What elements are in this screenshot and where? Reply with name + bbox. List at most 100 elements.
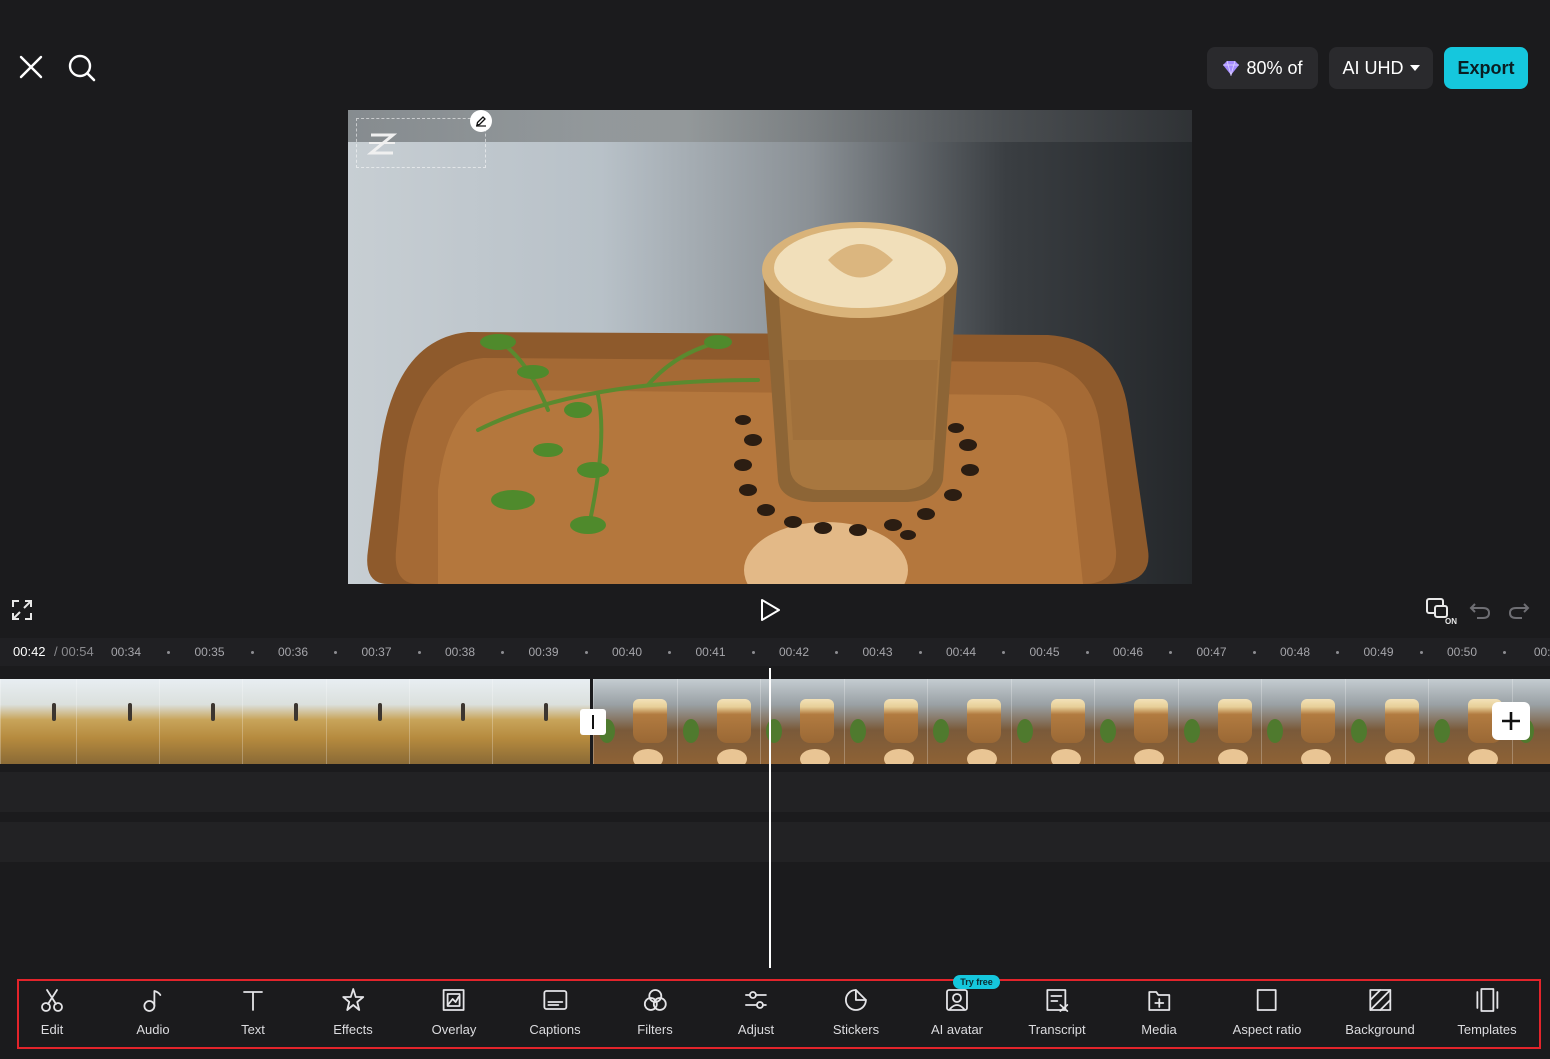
- ruler-tick-label: 00:37: [361, 645, 392, 659]
- background-icon: [1369, 989, 1391, 1011]
- thumbnail-herb: [1350, 719, 1367, 743]
- ruler-tick-label: 00:50: [1446, 645, 1478, 659]
- ruler-tick-label: 00:47: [1196, 645, 1227, 659]
- empty-track[interactable]: [0, 772, 1550, 812]
- ruler-tick-dot: [918, 651, 922, 654]
- thumbnail-coaster: [716, 749, 747, 764]
- tool-label: Audio: [136, 1022, 170, 1037]
- redo-button[interactable]: [1507, 598, 1531, 622]
- tool-adjust-button[interactable]: Adjust: [738, 986, 774, 1040]
- play-icon: [761, 599, 780, 621]
- tool-filters-button[interactable]: Filters: [637, 986, 673, 1040]
- thumbnail-coaster: [883, 749, 914, 764]
- tool-overlay-button[interactable]: Overlay: [431, 986, 477, 1040]
- thumbnail-cup: [883, 699, 918, 743]
- ruler-tick-label: 00:40: [611, 645, 643, 659]
- thumbnail-coaster: [967, 749, 997, 764]
- tool-media-button[interactable]: Media: [1141, 986, 1177, 1040]
- overlay-icon: [443, 989, 465, 1011]
- thumbnail-cup: [716, 699, 751, 743]
- thumbnail-herb: [849, 719, 866, 743]
- tool-transcript-button[interactable]: Transcript: [1028, 986, 1086, 1040]
- tool-captions-button[interactable]: Captions: [529, 986, 581, 1040]
- tool-audio-button[interactable]: Audio: [136, 986, 170, 1040]
- video-clip-wheat-field[interactable]: [0, 679, 590, 764]
- thumbnail-cup: [967, 699, 1001, 743]
- video-clip-coffee[interactable]: [593, 679, 1550, 764]
- credits-label: 80% of: [1246, 57, 1303, 78]
- thumbnail-herb: [933, 719, 949, 743]
- tool-label: Captions: [529, 1022, 581, 1037]
- close-button[interactable]: [14, 50, 48, 84]
- quality-label: AI UHD: [1342, 57, 1404, 78]
- ruler-tick-dot: [584, 651, 588, 654]
- close-icon: [19, 55, 43, 79]
- video-preview[interactable]: [348, 110, 1192, 584]
- ruler-tick-dot: [835, 651, 838, 654]
- frame-divider: [326, 679, 327, 764]
- ruler-tick-label: 00:5: [1533, 645, 1550, 659]
- thumbnail-herb: [1267, 719, 1283, 743]
- export-button[interactable]: Export: [1444, 47, 1528, 89]
- ruler-tick-label: 00:48: [1279, 645, 1311, 659]
- tool-label: Media: [1141, 1022, 1177, 1037]
- play-button[interactable]: [756, 596, 784, 624]
- ruler-tick-dot: [1085, 651, 1089, 654]
- tool-label: Stickers: [832, 1022, 880, 1037]
- thumbnail-coaster: [1301, 749, 1331, 764]
- frame-divider: [492, 679, 493, 764]
- tool-stickers-button[interactable]: Stickers: [833, 986, 879, 1040]
- add-clip-button[interactable]: [1492, 702, 1530, 740]
- tool-templates-button[interactable]: Templates: [1457, 986, 1517, 1040]
- effects-star-icon: [342, 988, 364, 1011]
- ruler-tick-label: 00:35: [194, 645, 225, 659]
- quality-dropdown[interactable]: AI UHD: [1329, 47, 1433, 89]
- stickers-icon: [845, 989, 867, 1011]
- ruler-tick-dot: [751, 651, 755, 654]
- ruler-tick-label: 00:43: [862, 645, 893, 659]
- tool-text-button[interactable]: Text: [239, 986, 267, 1040]
- thumbnail-herb: [1100, 719, 1116, 743]
- thumbnail-figure: [544, 703, 548, 721]
- capcut-logo-icon: [367, 133, 397, 155]
- current-time: 00:42: [13, 644, 46, 659]
- tool-label: Overlay: [431, 1022, 477, 1037]
- ruler-tick-dot: [1419, 651, 1423, 654]
- snap-toggle[interactable]: ON: [1424, 596, 1458, 626]
- fullscreen-button[interactable]: [10, 598, 34, 622]
- ruler-tick-label: 00:49: [1363, 645, 1394, 659]
- thumbnail-coaster: [800, 749, 830, 764]
- timeline-ruler[interactable]: [0, 638, 1550, 666]
- frame-divider: [676, 679, 678, 764]
- tool-ai-avatar-button[interactable]: AI avatar: [931, 986, 983, 1040]
- thumbnail-herb: [1183, 719, 1200, 743]
- tool-label: Filters: [637, 1022, 673, 1037]
- templates-icon: [1476, 988, 1498, 1012]
- frame-divider: [927, 679, 928, 764]
- frame-divider: [1261, 679, 1262, 764]
- tool-background-button[interactable]: Background: [1345, 986, 1415, 1040]
- ruler-tick-dot: [501, 651, 504, 654]
- thumbnail-herb: [682, 719, 699, 743]
- thumbnail-herb: [1016, 719, 1033, 743]
- undo-button[interactable]: [1468, 598, 1492, 622]
- thumbnail-figure: [52, 703, 56, 721]
- watermark-box[interactable]: [356, 118, 486, 168]
- ruler-tick-dot: [1169, 651, 1172, 654]
- thumbnail-cup: [1050, 699, 1085, 743]
- credits-indicator[interactable]: 80% of: [1207, 47, 1318, 89]
- playhead[interactable]: [769, 668, 771, 968]
- search-icon: [68, 54, 96, 82]
- tool-aspect-ratio-button[interactable]: Aspect ratio: [1233, 986, 1301, 1040]
- watermark-edit-button[interactable]: [470, 110, 492, 132]
- tool-label: Text: [241, 1022, 265, 1037]
- clip-trim-handle[interactable]: [580, 709, 606, 735]
- search-button[interactable]: [64, 50, 100, 86]
- scissors-icon: [41, 989, 63, 1012]
- empty-track[interactable]: [0, 822, 1550, 862]
- tool-effects-button[interactable]: Effects: [333, 986, 373, 1040]
- aspect-ratio-icon: [1257, 989, 1277, 1011]
- preview-scene: [367, 222, 1149, 584]
- ruler-tick-dot: [1336, 651, 1339, 654]
- tool-edit-button[interactable]: Edit: [38, 986, 66, 1040]
